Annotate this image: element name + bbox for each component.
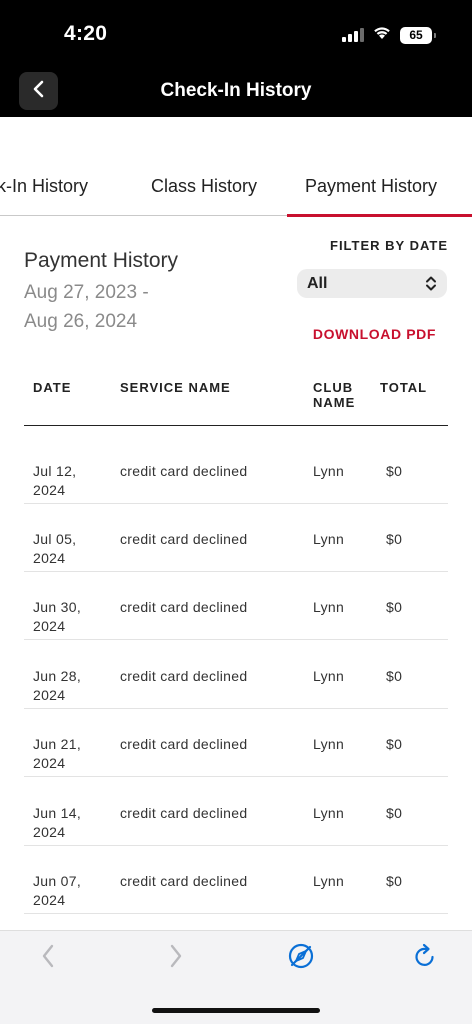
row-total: $0 xyxy=(386,599,403,615)
reload-button[interactable] xyxy=(410,943,440,973)
history-tabs: ck-In History Class History Payment Hist… xyxy=(0,162,472,217)
table-row: Jun 14, 2024 credit card declined Lynn $… xyxy=(24,778,448,846)
chevron-left-icon xyxy=(40,943,56,974)
compass-button[interactable] xyxy=(286,943,316,973)
row-club: Lynn xyxy=(313,531,345,547)
table-row: Jun 21, 2024 credit card declined Lynn $… xyxy=(24,709,448,777)
date-filter-select[interactable]: All xyxy=(297,269,447,298)
row-date: Jul 12, 2024 xyxy=(33,463,77,498)
row-service: credit card declined xyxy=(120,805,248,821)
row-club: Lynn xyxy=(313,668,345,684)
tab-class-history[interactable]: Class History xyxy=(151,176,257,197)
chevron-up-down-icon xyxy=(424,275,438,297)
table-header-divider xyxy=(24,425,448,426)
table-row: Jun 07, 2024 credit card declined Lynn $… xyxy=(24,846,448,914)
row-date: Jun 14, 2024 xyxy=(33,805,82,840)
compass-icon xyxy=(287,942,315,975)
browser-back-button[interactable] xyxy=(33,943,63,973)
filter-selected-value: All xyxy=(307,274,328,292)
row-total: $0 xyxy=(386,463,403,479)
row-service: credit card declined xyxy=(120,668,248,684)
filter-label: FILTER BY DATE xyxy=(330,238,448,253)
row-club: Lynn xyxy=(313,599,345,615)
column-header-date: DATE xyxy=(33,380,72,395)
row-date: Jun 07, 2024 xyxy=(33,873,82,908)
row-total: $0 xyxy=(386,736,403,752)
row-total: $0 xyxy=(386,873,403,889)
row-service: credit card declined xyxy=(120,873,248,889)
date-range-start: Aug 27, 2023 - xyxy=(24,282,149,303)
row-total: $0 xyxy=(386,668,403,684)
row-service: credit card declined xyxy=(120,599,248,615)
download-pdf-link[interactable]: DOWNLOAD PDF xyxy=(313,326,436,342)
row-total: $0 xyxy=(386,805,403,821)
home-indicator xyxy=(152,1008,320,1013)
row-date: Jul 05, 2024 xyxy=(33,531,77,566)
tab-check-in-history[interactable]: ck-In History xyxy=(0,176,88,197)
chevron-right-icon xyxy=(168,943,184,974)
table-row: Jul 05, 2024 credit card declined Lynn $… xyxy=(24,504,448,572)
row-total: $0 xyxy=(386,531,403,547)
date-range-end: Aug 26, 2024 xyxy=(24,311,138,332)
row-service: credit card declined xyxy=(120,463,248,479)
row-service: credit card declined xyxy=(120,736,248,752)
table-row: Jul 12, 2024 credit card declined Lynn $… xyxy=(24,436,448,504)
row-club: Lynn xyxy=(313,463,345,479)
section-title: Payment History xyxy=(24,249,179,272)
row-date: Jun 21, 2024 xyxy=(33,736,82,771)
table-row: Jun 30, 2024 credit card declined Lynn $… xyxy=(24,572,448,640)
row-club: Lynn xyxy=(313,873,345,889)
battery-icon: 65 xyxy=(400,26,436,44)
row-club: Lynn xyxy=(313,736,345,752)
row-club: Lynn xyxy=(313,805,345,821)
table-row: Jun 28, 2024 credit card declined Lynn $… xyxy=(24,641,448,709)
app-header: 4:20 65 Check-In History xyxy=(0,0,472,117)
active-tab-indicator xyxy=(287,214,472,217)
row-date: Jun 30, 2024 xyxy=(33,599,82,634)
page-title: Check-In History xyxy=(160,80,312,101)
status-icons: 65 xyxy=(342,25,436,45)
column-header-club: CLUB NAME xyxy=(313,380,356,410)
column-header-total: TOTAL xyxy=(380,380,428,395)
tab-payment-history[interactable]: Payment History xyxy=(305,176,437,197)
status-time: 4:20 xyxy=(64,22,108,45)
wifi-icon xyxy=(372,25,392,45)
column-header-service: SERVICE NAME xyxy=(120,380,231,395)
browser-forward-button[interactable] xyxy=(161,943,191,973)
signal-icon xyxy=(342,28,364,42)
row-service: credit card declined xyxy=(120,531,248,547)
row-date: Jun 28, 2024 xyxy=(33,668,82,703)
reload-icon xyxy=(412,942,438,975)
